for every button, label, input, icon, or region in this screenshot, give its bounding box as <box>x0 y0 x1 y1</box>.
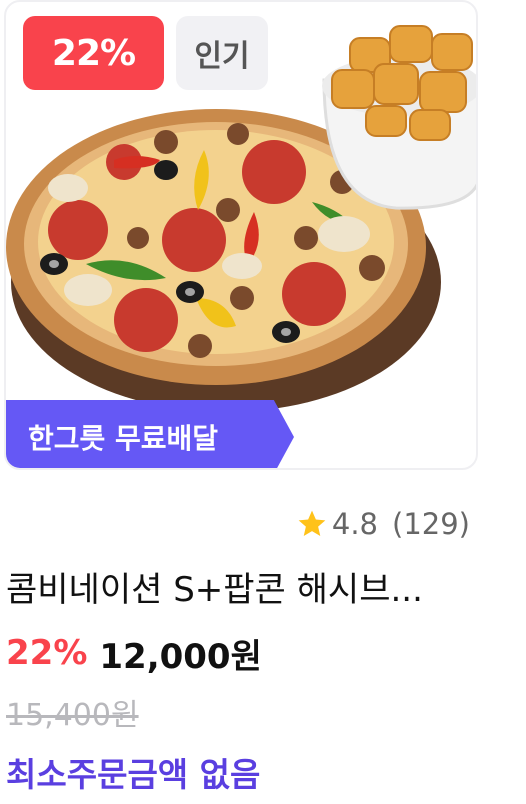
discount-badge: 22% <box>23 16 164 90</box>
star-icon <box>298 510 326 536</box>
product-image-card[interactable]: 22% 인기 한그릇 무료배달 <box>4 0 478 470</box>
min-order-amount: 최소주문금액 없음 <box>6 755 261 794</box>
rating-count: (129) <box>392 507 470 541</box>
popular-badge: 인기 <box>176 16 268 90</box>
rating-score: 4.8 <box>331 507 379 541</box>
rating: 4.8 (129) <box>296 503 470 545</box>
free-delivery-banner: 한그릇 무료배달 <box>6 400 294 468</box>
price-row: 22% 12,000원 <box>6 628 262 678</box>
sale-price: 12,000원 <box>99 636 262 677</box>
product-name[interactable]: 콤비네이션 S+팝콘 해시브... <box>6 562 476 611</box>
original-price: 15,400원 <box>6 698 139 733</box>
discount-rate: 22% <box>6 633 88 673</box>
